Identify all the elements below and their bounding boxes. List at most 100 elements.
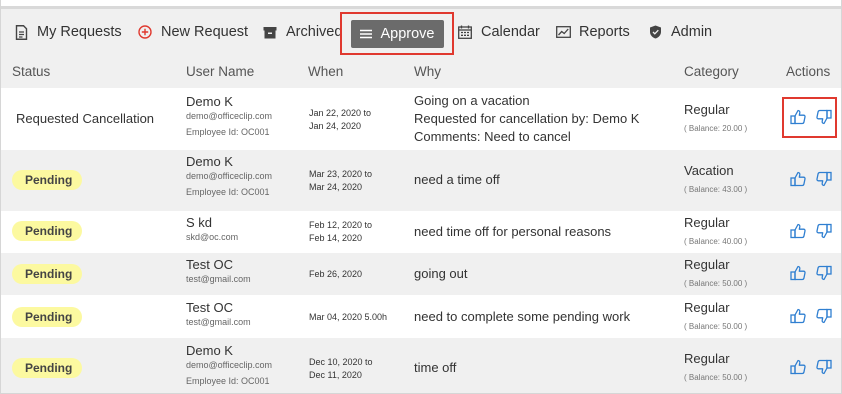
table-row: Pending Test OC test@gmail.com Feb 26, 2…: [1, 253, 841, 295]
header-status[interactable]: Status: [12, 55, 50, 88]
tab-admin[interactable]: Admin: [647, 9, 712, 55]
user-name: S kd: [186, 215, 213, 230]
when-cell: Dec 10, 2020 to Dec 11, 2020: [309, 356, 373, 382]
thumbs-down-icon[interactable]: [815, 264, 833, 282]
user-email: demo@officeclip.com: [186, 360, 273, 370]
employee-id: Employee Id: OC001: [186, 127, 270, 137]
table-row: Pending Demo K demo@officeclip.com Emplo…: [1, 150, 841, 211]
calendar-icon: [457, 24, 473, 40]
document-icon: [13, 24, 29, 40]
archive-box-icon: [262, 24, 278, 40]
table-row: Pending S kd skd@oc.com Feb 12, 2020 to …: [1, 211, 841, 253]
why-comments: Comments: Need to cancel: [414, 129, 571, 144]
status-cell: Pending: [12, 170, 83, 190]
status-cell: Pending: [12, 264, 83, 284]
why-reason: Going on a vacation: [414, 93, 530, 108]
when-cell: Mar 23, 2020 to Mar 24, 2020: [309, 168, 372, 194]
thumbs-down-icon[interactable]: [815, 170, 833, 188]
category-cell: Vacation ( Balance: 43.00 ): [684, 163, 747, 197]
chart-icon: [555, 24, 571, 40]
table-row: Pending Test OC test@gmail.com Mar 04, 2…: [1, 295, 841, 338]
user-email: demo@officeclip.com: [186, 171, 273, 181]
when-end: Jan 24, 2020: [309, 121, 362, 131]
user-email: test@gmail.com: [186, 317, 251, 327]
row-actions: [789, 222, 833, 240]
thumbs-up-icon[interactable]: [789, 222, 807, 240]
category-cell: Regular ( Balance: 20.00 ): [684, 102, 747, 136]
actions-highlight: [782, 97, 837, 138]
thumbs-up-icon[interactable]: [789, 170, 807, 188]
user-cell: Test OC test@gmail.com: [186, 256, 251, 286]
tab-reports-label: Reports: [579, 24, 630, 40]
tab-approve[interactable]: Approve: [351, 20, 444, 48]
table-row: Pending Demo K demo@officeclip.com Emplo…: [1, 338, 841, 393]
status-text: Requested Cancellation: [16, 111, 155, 126]
category-balance: ( Balance: 40.00 ): [684, 237, 748, 246]
why-cell: going out: [414, 266, 468, 281]
user-name: Demo K: [186, 94, 233, 109]
thumbs-down-icon[interactable]: [815, 222, 833, 240]
tab-admin-label: Admin: [671, 24, 713, 40]
status-cell: Pending: [12, 221, 83, 241]
when-end: Feb 14, 2020: [309, 233, 363, 243]
status-badge: Pending: [12, 264, 83, 284]
user-cell: Demo K demo@officeclip.com Employee Id: …: [186, 93, 272, 139]
why-cell: need to complete some pending work: [414, 309, 631, 324]
user-cell: Demo K demo@officeclip.com Employee Id: …: [186, 153, 272, 199]
user-name: Demo K: [186, 343, 233, 358]
user-cell: S kd skd@oc.com: [186, 214, 238, 244]
tab-new-request[interactable]: New Request: [137, 9, 248, 55]
header-user-name[interactable]: User Name: [186, 55, 254, 88]
when-start: Jan 22, 2020 to: [309, 108, 372, 118]
user-email: demo@officeclip.com: [186, 111, 273, 121]
category-balance: ( Balance: 50.00 ): [684, 373, 748, 382]
header-actions: Actions: [786, 64, 831, 79]
shield-icon: [647, 24, 663, 40]
why-cell: Going on a vacation Requested for cancel…: [414, 92, 639, 146]
row-actions: [789, 307, 833, 325]
approve-highlight: Approve: [340, 12, 454, 55]
thumbs-up-icon[interactable]: [789, 358, 807, 376]
thumbs-up-icon[interactable]: [789, 264, 807, 282]
user-name: Test OC: [186, 257, 233, 272]
user-name: Test OC: [186, 300, 233, 315]
table-header: Status User Name When Why Category Actio…: [1, 55, 841, 88]
why-cell: need time off for personal reasons: [414, 224, 612, 239]
category-balance: ( Balance: 50.00 ): [684, 279, 748, 288]
category-cell: Regular ( Balance: 50.00 ): [684, 351, 747, 385]
plus-circle-icon: [137, 24, 153, 40]
header-category[interactable]: Category: [684, 55, 739, 88]
when-cell: Feb 12, 2020 to Feb 14, 2020: [309, 219, 372, 245]
when-start: Dec 10, 2020 to: [309, 357, 373, 367]
category-name: Regular: [684, 300, 730, 315]
when-start: Feb 12, 2020 to: [309, 220, 373, 230]
header-when[interactable]: When: [308, 55, 343, 88]
category-cell: Regular ( Balance: 50.00 ): [684, 300, 747, 334]
category-balance: ( Balance: 43.00 ): [684, 185, 748, 194]
when-end: Dec 11, 2020: [309, 370, 362, 380]
status-cell: Pending: [12, 307, 83, 327]
tab-my-requests[interactable]: My Requests: [13, 9, 122, 55]
table-row: Requested Cancellation Demo K demo@offic…: [1, 88, 841, 150]
header-why[interactable]: Why: [414, 55, 441, 88]
user-email: test@gmail.com: [186, 274, 251, 284]
thumbs-up-icon[interactable]: [789, 307, 807, 325]
toolbar: My Requests New Request Archived Approve…: [1, 6, 841, 55]
tab-reports[interactable]: Reports: [555, 9, 630, 55]
tab-my-requests-label: My Requests: [37, 24, 122, 40]
category-balance: ( Balance: 50.00 ): [684, 322, 748, 331]
status-badge: Pending: [12, 221, 83, 241]
list-icon: [360, 29, 373, 39]
why-cell: time off: [414, 360, 457, 375]
user-name: Demo K: [186, 154, 233, 169]
status-cell: Pending: [12, 358, 83, 378]
user-email: skd@oc.com: [186, 232, 239, 242]
tab-calendar-label: Calendar: [481, 24, 540, 40]
tab-calendar[interactable]: Calendar: [457, 9, 540, 55]
when-start: Mar 04, 2020 5.00h: [309, 312, 388, 322]
category-name: Regular: [684, 257, 730, 272]
category-name: Regular: [684, 102, 730, 117]
tab-archived[interactable]: Archived: [262, 9, 342, 55]
thumbs-down-icon[interactable]: [815, 307, 833, 325]
thumbs-down-icon[interactable]: [815, 358, 833, 376]
